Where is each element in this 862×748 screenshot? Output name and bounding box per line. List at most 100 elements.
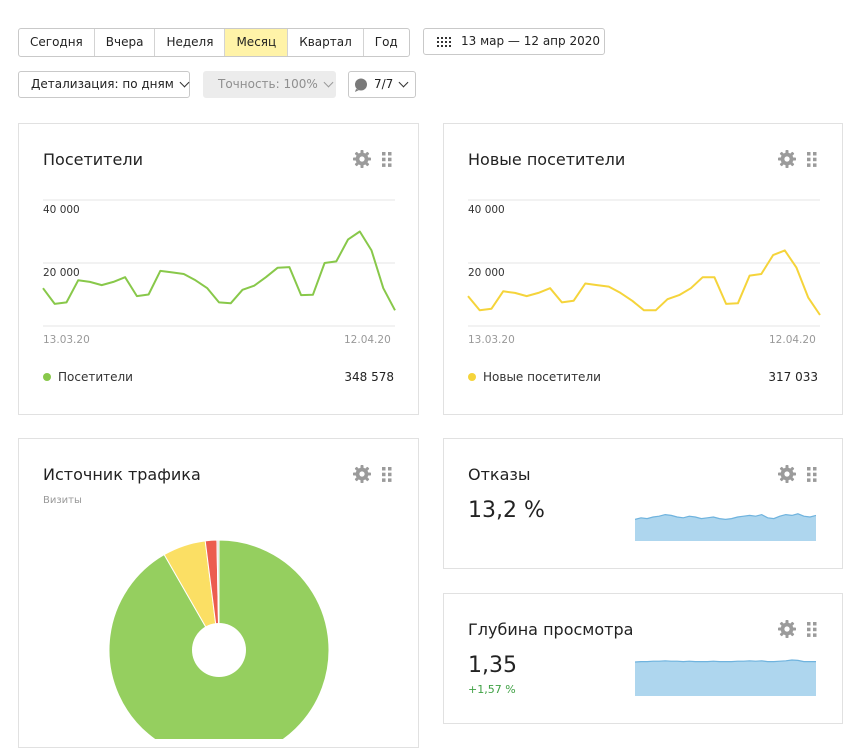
- data-point[interactable]: [580, 279, 590, 289]
- y-tick-label: 20 000: [43, 267, 80, 279]
- page-depth-sparkline: [635, 659, 816, 696]
- data-point[interactable]: [533, 288, 543, 298]
- sparkline-area: [635, 513, 816, 541]
- data-point[interactable]: [367, 245, 377, 255]
- period-month-button[interactable]: Месяц: [225, 29, 289, 56]
- segments-dropdown[interactable]: 7/7: [348, 71, 416, 98]
- data-point[interactable]: [343, 234, 353, 244]
- data-point[interactable]: [756, 269, 766, 279]
- data-point[interactable]: [202, 283, 212, 293]
- gear-icon[interactable]: [778, 465, 796, 483]
- legend-label: Новые посетители: [483, 370, 601, 384]
- data-point[interactable]: [273, 263, 283, 273]
- data-point[interactable]: [85, 277, 95, 287]
- legend-item[interactable]: Новые посетители: [468, 370, 601, 384]
- data-point[interactable]: [463, 291, 473, 301]
- date-range-button[interactable]: 13 мар — 12 апр 2020: [423, 28, 605, 55]
- y-tick-label: 40 000: [43, 204, 80, 216]
- data-point[interactable]: [498, 286, 508, 296]
- data-point[interactable]: [709, 272, 719, 282]
- data-point[interactable]: [627, 296, 637, 306]
- legend-item[interactable]: Посетители: [43, 370, 133, 384]
- data-point[interactable]: [698, 272, 708, 282]
- data-point[interactable]: [108, 277, 118, 287]
- period-today-button[interactable]: Сегодня: [19, 29, 95, 56]
- data-point[interactable]: [261, 272, 271, 282]
- data-point[interactable]: [733, 298, 743, 308]
- data-point[interactable]: [792, 263, 802, 273]
- data-point[interactable]: [803, 293, 813, 303]
- accuracy-dropdown[interactable]: Точность: 100%: [203, 71, 336, 98]
- data-point[interactable]: [604, 282, 614, 292]
- calendar-icon: [437, 36, 451, 47]
- chevron-down-icon: [179, 77, 190, 88]
- data-point[interactable]: [214, 297, 224, 307]
- data-point[interactable]: [238, 285, 248, 295]
- gear-icon[interactable]: [778, 620, 796, 638]
- data-point[interactable]: [686, 283, 696, 293]
- data-point[interactable]: [249, 281, 259, 291]
- data-point[interactable]: [780, 245, 790, 255]
- legend-dot: [468, 373, 476, 381]
- page-depth-value: 1,35: [468, 653, 517, 678]
- data-point[interactable]: [155, 266, 165, 276]
- data-point[interactable]: [144, 290, 154, 300]
- period-quarter-button[interactable]: Квартал: [288, 29, 364, 56]
- data-point[interactable]: [390, 305, 400, 315]
- data-point[interactable]: [167, 267, 177, 277]
- data-point[interactable]: [745, 271, 755, 281]
- detail-dropdown-label: Детализация: по дням: [31, 77, 174, 91]
- data-point[interactable]: [378, 283, 388, 293]
- data-point[interactable]: [510, 288, 520, 298]
- data-point[interactable]: [226, 298, 236, 308]
- data-point[interactable]: [557, 297, 567, 307]
- legend-total: 317 033: [768, 370, 818, 384]
- legend-dot: [43, 373, 51, 381]
- accuracy-dropdown-label: Точность: 100%: [218, 77, 318, 91]
- date-range-label: 13 мар — 12 апр 2020: [461, 34, 600, 48]
- period-week-button[interactable]: Неделя: [155, 29, 226, 56]
- data-point[interactable]: [120, 272, 130, 282]
- data-point[interactable]: [38, 283, 48, 293]
- drag-handle-icon[interactable]: [807, 467, 817, 482]
- traffic-source-widget: Источник трафика Визиты: [18, 438, 419, 748]
- data-point[interactable]: [569, 296, 579, 306]
- data-point[interactable]: [132, 291, 142, 301]
- data-point[interactable]: [475, 305, 485, 315]
- data-point[interactable]: [284, 262, 294, 272]
- detail-dropdown[interactable]: Детализация: по дням: [18, 71, 190, 98]
- page-depth-widget: Глубина просмотра 1,35 +1,57 %: [443, 593, 843, 724]
- data-point[interactable]: [592, 280, 602, 290]
- data-point[interactable]: [768, 250, 778, 260]
- data-point[interactable]: [616, 288, 626, 298]
- widget-title: Отказы: [468, 465, 531, 484]
- data-point[interactable]: [296, 290, 306, 300]
- data-point[interactable]: [355, 227, 365, 237]
- data-point[interactable]: [179, 269, 189, 279]
- drag-handle-icon[interactable]: [807, 622, 817, 637]
- comment-icon: [355, 78, 367, 92]
- data-point[interactable]: [62, 297, 72, 307]
- data-point[interactable]: [331, 256, 341, 266]
- data-point[interactable]: [191, 275, 201, 285]
- period-yesterday-button[interactable]: Вчера: [95, 29, 156, 56]
- data-point[interactable]: [639, 305, 649, 315]
- data-point[interactable]: [487, 304, 497, 314]
- data-point[interactable]: [815, 310, 825, 320]
- data-point[interactable]: [674, 290, 684, 300]
- data-point[interactable]: [320, 258, 330, 268]
- data-point[interactable]: [651, 305, 661, 315]
- data-point[interactable]: [663, 294, 673, 304]
- data-point[interactable]: [308, 290, 318, 300]
- donut-hole: [192, 623, 246, 677]
- period-selector: Сегодня Вчера Неделя Месяц Квартал Год: [18, 28, 410, 57]
- data-point[interactable]: [721, 299, 731, 309]
- period-year-button[interactable]: Год: [364, 29, 409, 56]
- data-point[interactable]: [50, 299, 60, 309]
- data-point[interactable]: [97, 280, 107, 290]
- page-depth-delta: +1,57 %: [468, 683, 516, 696]
- legend-total: 348 578: [344, 370, 394, 384]
- data-point[interactable]: [522, 291, 532, 301]
- chevron-down-icon: [323, 77, 334, 88]
- data-point[interactable]: [545, 283, 555, 293]
